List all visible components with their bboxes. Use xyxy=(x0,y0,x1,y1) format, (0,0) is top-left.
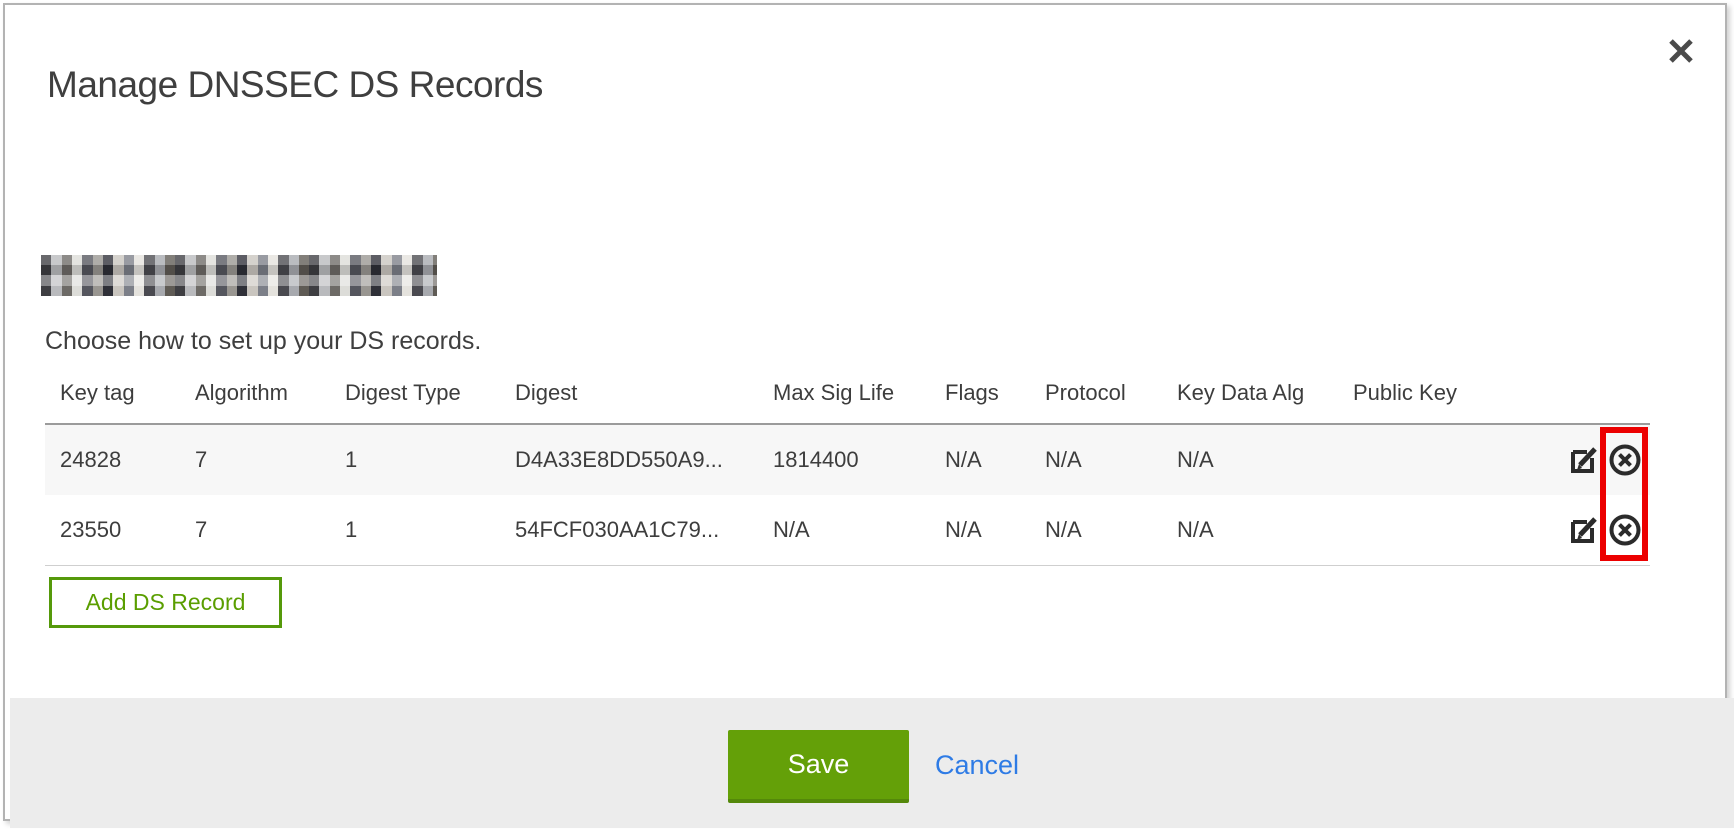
delete-record-button[interactable] xyxy=(1608,513,1642,547)
save-button[interactable]: Save xyxy=(728,730,909,803)
cell-protocol: N/A xyxy=(1030,517,1162,543)
add-ds-record-button[interactable]: Add DS Record xyxy=(49,577,282,628)
dialog-footer: Save Cancel xyxy=(10,698,1734,828)
dnssec-dialog: Manage DNSSEC DS Records Choose how to s… xyxy=(3,3,1727,821)
col-header-key-data-alg: Key Data Alg xyxy=(1162,380,1338,406)
edit-pencil-icon xyxy=(1567,443,1601,477)
subtitle-text: Choose how to set up your DS records. xyxy=(45,327,481,356)
row-actions xyxy=(1555,443,1650,477)
col-header-public-key: Public Key xyxy=(1338,380,1555,406)
col-header-flags: Flags xyxy=(930,380,1030,406)
cell-digest-type: 1 xyxy=(330,447,500,473)
col-header-key-tag: Key tag xyxy=(45,380,180,406)
cell-algorithm: 7 xyxy=(180,517,330,543)
edit-record-button[interactable] xyxy=(1567,443,1601,477)
col-header-digest: Digest xyxy=(500,380,758,406)
x-mark-icon xyxy=(1665,35,1697,67)
delete-circle-x-icon xyxy=(1608,513,1642,547)
col-header-algorithm: Algorithm xyxy=(180,380,330,406)
cell-digest: D4A33E8DD550A9... xyxy=(500,447,758,473)
cell-algorithm: 7 xyxy=(180,447,330,473)
delete-record-button[interactable] xyxy=(1608,443,1642,477)
cell-digest-type: 1 xyxy=(330,517,500,543)
ds-records-table: Key tag Algorithm Digest Type Digest Max… xyxy=(45,363,1650,566)
cell-key-data-alg: N/A xyxy=(1162,517,1338,543)
col-header-max-sig-life: Max Sig Life xyxy=(758,380,930,406)
cell-digest: 54FCF030AA1C79... xyxy=(500,517,758,543)
cell-key-data-alg: N/A xyxy=(1162,447,1338,473)
table-row: 24828 7 1 D4A33E8DD550A9... 1814400 N/A … xyxy=(45,425,1650,495)
cell-max-sig-life: 1814400 xyxy=(758,447,930,473)
page-title: Manage DNSSEC DS Records xyxy=(47,64,543,106)
edit-pencil-icon xyxy=(1567,513,1601,547)
cancel-link[interactable]: Cancel xyxy=(935,750,1019,781)
cell-protocol: N/A xyxy=(1030,447,1162,473)
table-header-row: Key tag Algorithm Digest Type Digest Max… xyxy=(45,363,1650,425)
delete-circle-x-icon xyxy=(1608,443,1642,477)
cell-flags: N/A xyxy=(930,447,1030,473)
col-header-protocol: Protocol xyxy=(1030,380,1162,406)
cell-key-tag: 23550 xyxy=(45,517,180,543)
close-icon[interactable] xyxy=(1665,35,1697,67)
cell-max-sig-life: N/A xyxy=(758,517,930,543)
redacted-domain-name xyxy=(41,255,437,296)
cell-key-tag: 24828 xyxy=(45,447,180,473)
col-header-digest-type: Digest Type xyxy=(330,380,500,406)
cell-flags: N/A xyxy=(930,517,1030,543)
edit-record-button[interactable] xyxy=(1567,513,1601,547)
row-actions xyxy=(1555,513,1650,547)
table-row: 23550 7 1 54FCF030AA1C79... N/A N/A N/A … xyxy=(45,495,1650,566)
